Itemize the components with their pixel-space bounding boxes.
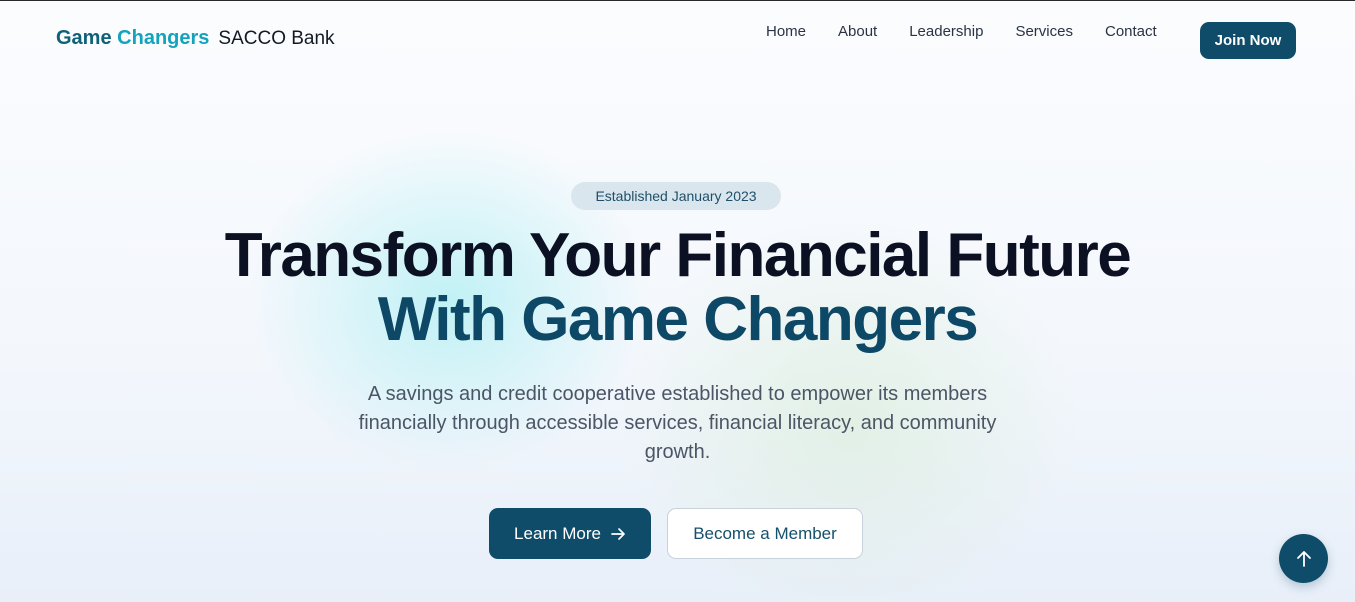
hero-description: A savings and credit cooperative establi… <box>358 383 997 463</box>
hero-title-line1: Transform Your Financial Future <box>224 221 1132 290</box>
learn-more-button[interactable]: Learn More <box>489 508 651 559</box>
nav-leadership[interactable]: Leadership <box>893 23 999 41</box>
brand-name: Game Changers <box>56 27 209 50</box>
arrow-right-icon <box>611 527 626 541</box>
main-nav: Home About Leadership Services Contact <box>750 23 1173 41</box>
learn-more-label: Learn More <box>514 523 601 543</box>
hero-title-line2: With Game Changers <box>377 285 979 354</box>
brand-name-primary: Game <box>56 27 118 49</box>
arrow-up-icon <box>1296 550 1312 568</box>
nav-services[interactable]: Services <box>999 23 1089 41</box>
nav-about[interactable]: About <box>822 23 893 41</box>
brand-name-accent: Changers <box>117 27 210 49</box>
brand-logo[interactable]: Game Changers SACCO Bank <box>56 27 335 50</box>
nav-contact[interactable]: Contact <box>1089 23 1173 41</box>
nav-home[interactable]: Home <box>750 23 822 41</box>
join-now-button[interactable]: Join Now <box>1200 22 1296 59</box>
become-member-button[interactable]: Become a Member <box>667 508 863 559</box>
hero-section: Established January 2023 Transform Your … <box>0 1 1355 602</box>
site-header: Game Changers SACCO Bank Home About Lead… <box>0 1 1355 79</box>
scroll-to-top-button[interactable] <box>1279 534 1328 583</box>
brand-suffix: SACCO Bank <box>218 28 335 49</box>
established-badge: Established January 2023 <box>571 182 781 210</box>
